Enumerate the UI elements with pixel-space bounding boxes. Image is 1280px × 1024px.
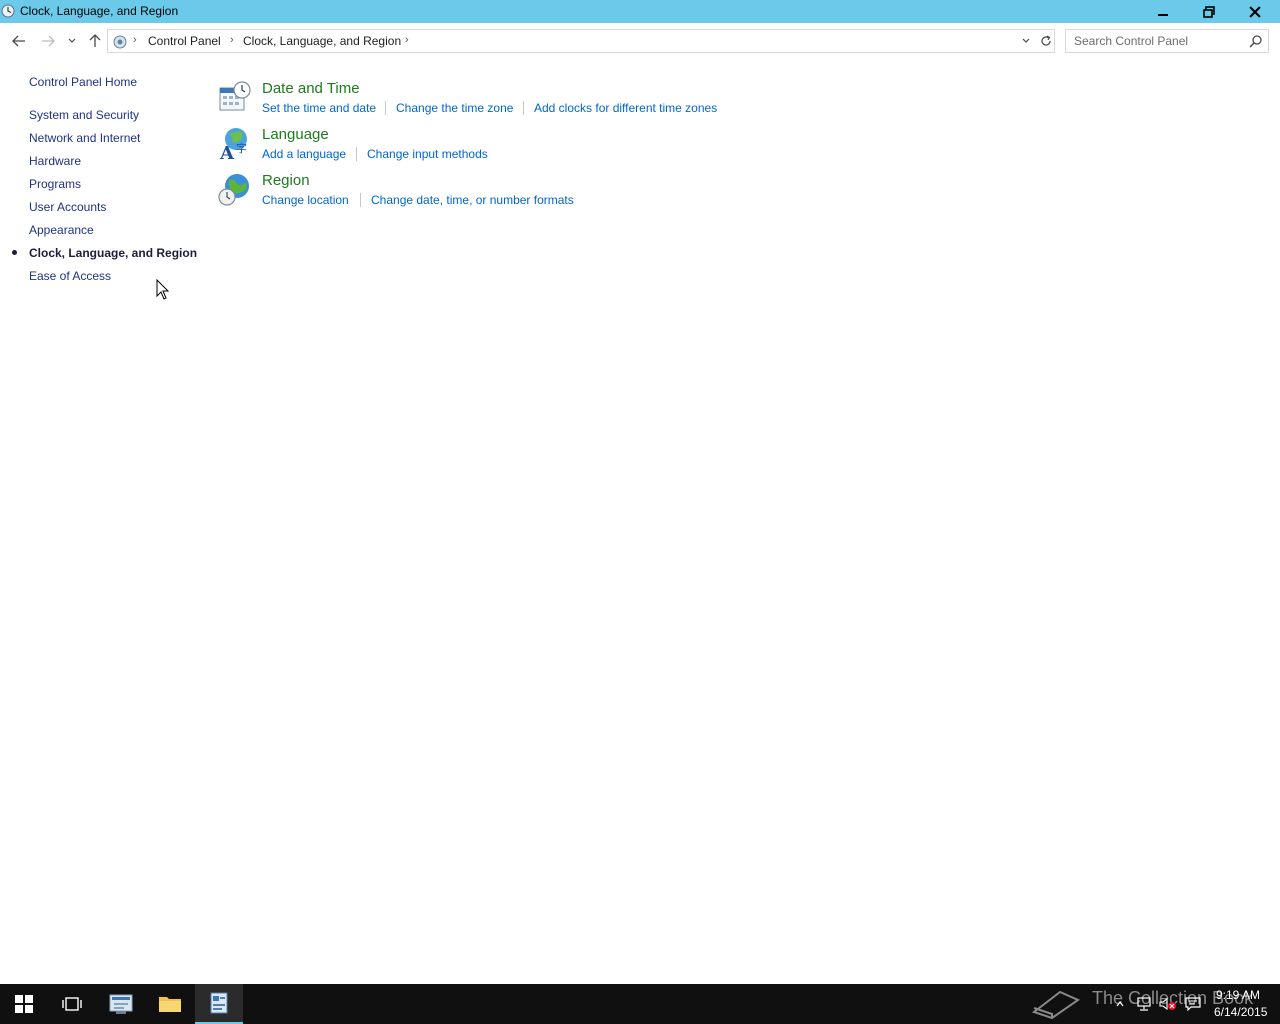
sidebar-item-appearance[interactable]: Appearance: [29, 223, 94, 237]
date-and-time-link[interactable]: Date and Time: [262, 80, 360, 97]
task-view-icon: [62, 997, 82, 1011]
search-icon[interactable]: [1249, 34, 1263, 48]
minimize-button[interactable]: [1140, 0, 1186, 23]
breadcrumb-control-panel[interactable]: Control Panel: [148, 34, 221, 48]
task-divider: [385, 101, 386, 115]
sidebar-item-hardware[interactable]: Hardware: [29, 154, 81, 168]
watermark-book-icon: [1031, 990, 1081, 1020]
window-title: Clock, Language, and Region: [20, 4, 179, 18]
calendar-clock-icon[interactable]: [218, 80, 252, 114]
breadcrumb-clock-language-region[interactable]: Clock, Language, and Region: [243, 34, 401, 48]
mouse-pointer-icon: [156, 279, 170, 300]
sidebar-item-user-accounts[interactable]: User Accounts: [29, 200, 106, 214]
breadcrumb-separator: ›: [405, 34, 409, 46]
server-manager-button[interactable]: [97, 984, 145, 1024]
volume-tray-button[interactable]: [1158, 994, 1178, 1014]
chevron-down-icon: [1022, 38, 1030, 43]
recent-locations-button[interactable]: [62, 31, 82, 51]
refresh-icon: [1041, 35, 1051, 46]
folder-icon: [159, 997, 181, 1012]
change-location-link[interactable]: Change location: [262, 193, 349, 207]
active-item-bullet: [12, 250, 17, 255]
forward-arrow-icon: [42, 35, 55, 47]
forward-button[interactable]: [38, 31, 58, 51]
windows-logo-icon: [15, 995, 33, 1013]
sidebar-item-clock-language-region: Clock, Language, and Region: [29, 246, 198, 260]
title-bar[interactable]: Clock, Language, and Region: [0, 0, 1280, 23]
change-time-zone-link[interactable]: Change the time zone: [396, 101, 513, 115]
action-center-button[interactable]: [1184, 994, 1202, 1014]
search-box[interactable]: [1065, 29, 1269, 53]
chevron-down-icon: [68, 38, 76, 43]
region-globe-icon[interactable]: [218, 172, 252, 206]
close-icon: [1249, 5, 1261, 18]
control-panel-taskbar-button[interactable]: [195, 984, 243, 1024]
close-button[interactable]: [1232, 0, 1278, 23]
control-panel-location-icon: [113, 35, 127, 49]
restore-button[interactable]: [1186, 0, 1232, 23]
network-tray-button[interactable]: [1135, 994, 1153, 1014]
address-dropdown-button[interactable]: [1018, 33, 1034, 49]
add-clocks-link[interactable]: Add clocks for different time zones: [534, 101, 717, 115]
start-button[interactable]: [0, 984, 48, 1024]
action-center-icon: [1185, 997, 1201, 1011]
back-button[interactable]: [9, 31, 29, 51]
file-explorer-button[interactable]: [146, 984, 194, 1024]
region-link[interactable]: Region: [262, 172, 310, 189]
language-globe-icon[interactable]: A 字: [218, 126, 252, 160]
task-divider: [360, 193, 361, 207]
svg-text:A: A: [219, 143, 235, 160]
control-panel-clock-icon: [1, 4, 15, 18]
volume-muted-icon: [1159, 997, 1176, 1011]
chevron-up-icon: [1116, 1001, 1124, 1007]
sidebar-control-panel-home[interactable]: Control Panel Home: [29, 75, 137, 89]
back-arrow-icon: [12, 35, 25, 47]
up-arrow-icon: [89, 34, 101, 47]
server-manager-icon: [109, 994, 133, 1014]
sidebar-item-system-and-security[interactable]: System and Security: [29, 108, 139, 122]
sidebar-item-network-and-internet[interactable]: Network and Internet: [29, 131, 140, 145]
svg-text:字: 字: [236, 141, 247, 155]
change-input-methods-link[interactable]: Change input methods: [367, 147, 488, 161]
change-formats-link[interactable]: Change date, time, or number formats: [371, 193, 574, 207]
show-hidden-icons-button[interactable]: [1112, 994, 1128, 1014]
refresh-button[interactable]: [1038, 33, 1054, 49]
breadcrumb-separator: ›: [230, 34, 234, 46]
sidebar-item-ease-of-access[interactable]: Ease of Access: [29, 269, 111, 283]
control-panel-icon: [210, 992, 228, 1014]
clock-date[interactable]: 6/14/2015: [1214, 1005, 1267, 1019]
add-language-link[interactable]: Add a language: [262, 147, 346, 161]
task-view-button[interactable]: [48, 984, 96, 1024]
task-divider: [356, 147, 357, 161]
sidebar-item-programs[interactable]: Programs: [29, 177, 81, 191]
minimize-icon: [1158, 13, 1168, 16]
search-input[interactable]: [1074, 33, 1244, 49]
restore-icon: [1203, 5, 1215, 18]
address-bar[interactable]: › Control Panel › Clock, Language, and R…: [107, 29, 1055, 53]
network-icon: [1137, 997, 1151, 1011]
language-link[interactable]: Language: [262, 126, 329, 143]
breadcrumb-separator: ›: [133, 34, 137, 46]
up-button[interactable]: [85, 31, 105, 51]
set-time-and-date-link[interactable]: Set the time and date: [262, 101, 376, 115]
task-divider: [523, 101, 524, 115]
clock-time[interactable]: 9:19 AM: [1216, 988, 1260, 1002]
